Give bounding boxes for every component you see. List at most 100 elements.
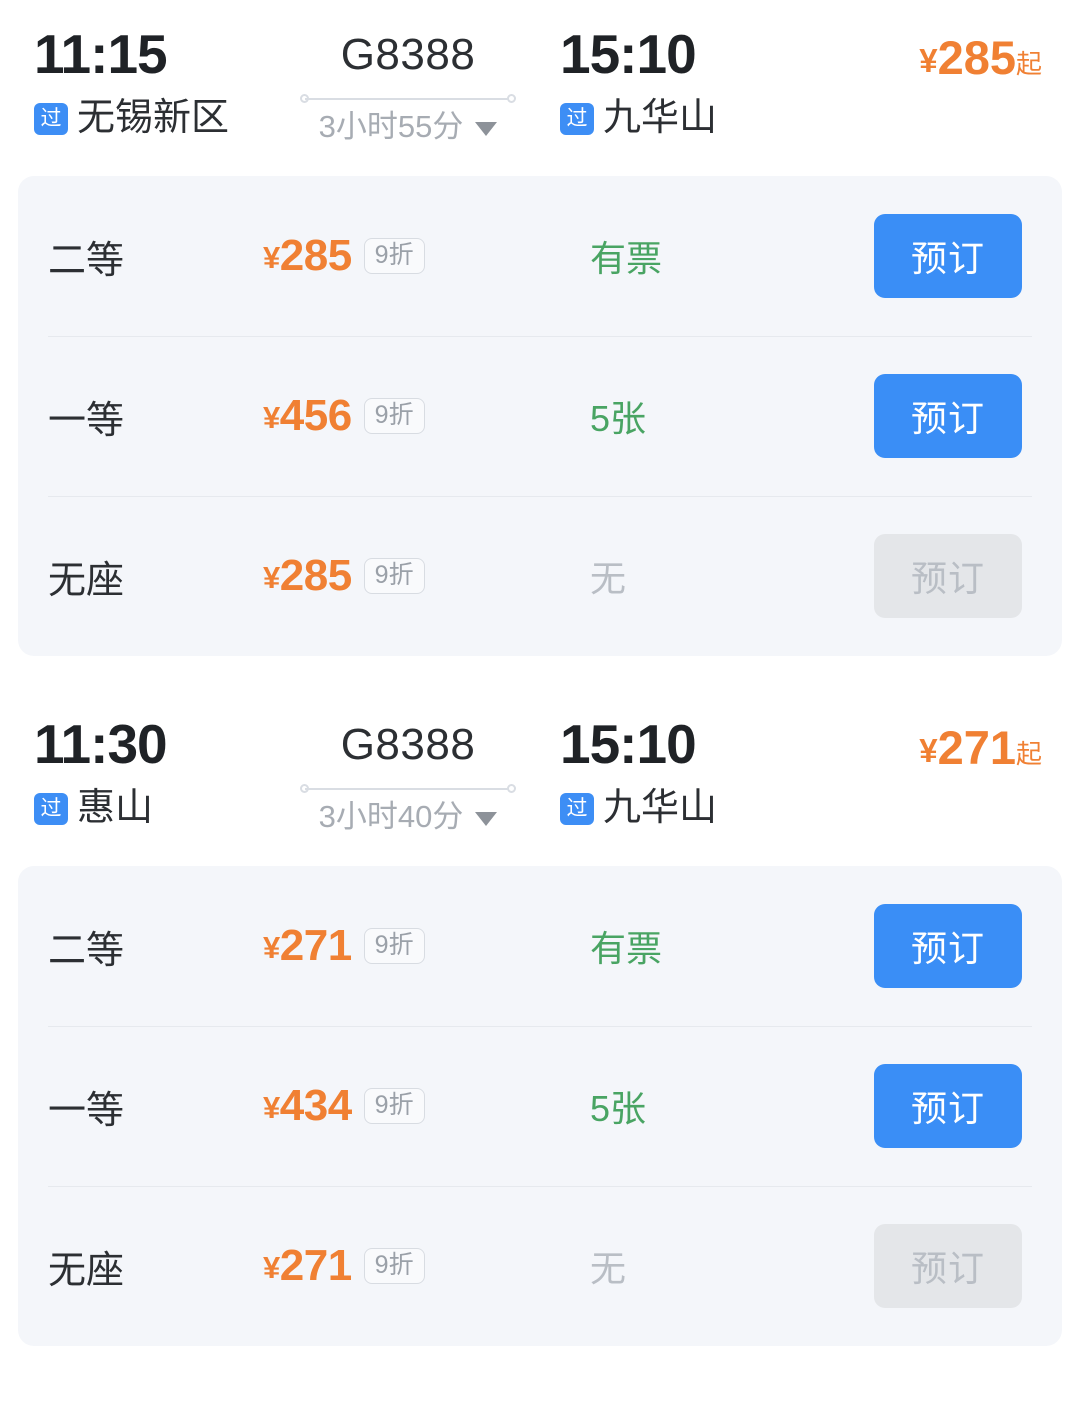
route-bar-icon bbox=[305, 788, 511, 791]
departure-block: 11:15 过 无锡新区 bbox=[34, 23, 284, 140]
duration-label: 3小时40分 bbox=[318, 799, 464, 835]
arrival-station: 九华山 bbox=[603, 786, 718, 829]
seat-price: ¥434 bbox=[263, 1084, 352, 1128]
seat-price: ¥285 bbox=[263, 234, 352, 278]
book-button[interactable]: 预订 bbox=[874, 374, 1022, 458]
seat-price: ¥285 bbox=[263, 554, 352, 598]
pass-through-badge-icon: 过 bbox=[560, 792, 594, 825]
seat-class-name: 无座 bbox=[48, 559, 125, 602]
seat-price-cell: ¥285 9折 bbox=[263, 554, 548, 598]
currency-symbol: ¥ bbox=[919, 42, 938, 79]
lowest-price-value: 285 bbox=[937, 31, 1016, 84]
train-card[interactable]: 11:30 过 惠山 G8388 3小时40分 15:10 过 九华山 ¥271… bbox=[0, 690, 1080, 1372]
arrival-station: 九华山 bbox=[603, 96, 718, 139]
seat-class-name: 无座 bbox=[48, 1249, 125, 1292]
train-number: G8388 bbox=[340, 30, 476, 79]
train-header[interactable]: 11:15 过 无锡新区 G8388 3小时55分 15:10 过 九华山 ¥2… bbox=[0, 0, 1080, 176]
train-number: G8388 bbox=[340, 720, 476, 769]
currency-symbol: ¥ bbox=[263, 1250, 280, 1285]
arrival-time: 15:10 bbox=[560, 713, 697, 775]
discount-badge: 9折 bbox=[363, 1248, 425, 1284]
price-from-suffix: 起 bbox=[1015, 49, 1042, 79]
departure-block: 11:30 过 惠山 bbox=[34, 713, 284, 830]
currency-symbol: ¥ bbox=[263, 400, 280, 435]
departure-time: 11:30 bbox=[34, 713, 168, 775]
arrival-station-line: 过 九华山 bbox=[560, 786, 800, 830]
price-from-suffix: 起 bbox=[1015, 739, 1042, 769]
lowest-price-block: ¥285起 bbox=[800, 26, 1052, 81]
duration-row[interactable]: 3小时55分 bbox=[284, 108, 532, 145]
route-connector-icon bbox=[300, 92, 516, 106]
route-end-dot-icon bbox=[507, 94, 516, 104]
duration-row[interactable]: 3小时40分 bbox=[284, 798, 532, 835]
seat-availability: 有票 bbox=[590, 928, 663, 969]
pass-through-badge-icon: 过 bbox=[34, 792, 68, 825]
train-list-page: 11:15 过 无锡新区 G8388 3小时55分 15:10 过 九华山 ¥2… bbox=[0, 0, 1080, 1423]
seat-price: ¥271 bbox=[263, 924, 352, 968]
seat-price-value: 285 bbox=[279, 551, 352, 600]
discount-badge: 9折 bbox=[363, 558, 425, 594]
lowest-price-block: ¥271起 bbox=[800, 716, 1052, 771]
seat-availability: 5张 bbox=[590, 398, 647, 439]
lowest-price-value: 271 bbox=[937, 721, 1016, 774]
caret-down-icon[interactable] bbox=[475, 121, 498, 136]
seat-price-cell: ¥271 9折 bbox=[263, 1244, 548, 1288]
book-button[interactable]: 预订 bbox=[874, 904, 1022, 988]
discount-badge: 9折 bbox=[363, 398, 425, 434]
seat-class-panel: 二等 ¥285 9折 有票 预订 一等 ¥456 9折 5张 预订 无座 ¥28… bbox=[18, 176, 1062, 656]
train-info-block[interactable]: G8388 3小时55分 bbox=[284, 26, 532, 145]
seat-class-panel: 二等 ¥271 9折 有票 预订 一等 ¥434 9折 5张 预订 无座 ¥27… bbox=[18, 866, 1062, 1346]
seat-availability: 有票 bbox=[590, 238, 663, 279]
departure-time: 11:15 bbox=[34, 23, 168, 85]
train-card[interactable]: 11:15 过 无锡新区 G8388 3小时55分 15:10 过 九华山 ¥2… bbox=[0, 0, 1080, 682]
lowest-price: ¥271起 bbox=[919, 721, 1042, 774]
train-info-block[interactable]: G8388 3小时40分 bbox=[284, 716, 532, 835]
currency-symbol: ¥ bbox=[263, 1090, 280, 1125]
arrival-block: 15:10 过 九华山 bbox=[532, 713, 800, 830]
seat-price-value: 271 bbox=[279, 921, 352, 970]
seat-row: 无座 ¥271 9折 无 预订 bbox=[18, 1186, 1062, 1346]
train-header[interactable]: 11:30 过 惠山 G8388 3小时40分 15:10 过 九华山 ¥271… bbox=[0, 690, 1080, 866]
arrival-block: 15:10 过 九华山 bbox=[532, 25, 800, 140]
seat-row[interactable]: 二等 ¥285 9折 有票 预订 bbox=[18, 176, 1062, 336]
route-bar-icon bbox=[305, 98, 511, 101]
seat-availability: 无 bbox=[590, 558, 627, 599]
seat-price-cell: ¥434 9折 bbox=[263, 1084, 548, 1128]
book-button[interactable]: 预订 bbox=[874, 214, 1022, 298]
route-connector-icon bbox=[300, 782, 516, 796]
card-bottom-spacer bbox=[0, 656, 1080, 682]
book-button-disabled: 预订 bbox=[874, 1224, 1022, 1308]
arrival-station-line: 过 九华山 bbox=[560, 96, 800, 140]
route-end-dot-icon bbox=[507, 784, 516, 794]
seat-row[interactable]: 一等 ¥456 9折 5张 预订 bbox=[18, 336, 1062, 496]
seat-price-value: 434 bbox=[279, 1081, 352, 1130]
seat-row: 无座 ¥285 9折 无 预订 bbox=[18, 496, 1062, 656]
book-button-disabled: 预订 bbox=[874, 534, 1022, 618]
seat-price-cell: ¥271 9折 bbox=[263, 924, 548, 968]
pass-through-badge-icon: 过 bbox=[34, 102, 68, 135]
book-button[interactable]: 预订 bbox=[874, 1064, 1022, 1148]
seat-class-name: 一等 bbox=[48, 1089, 125, 1132]
seat-price: ¥271 bbox=[263, 1244, 352, 1288]
currency-symbol: ¥ bbox=[919, 732, 938, 769]
currency-symbol: ¥ bbox=[263, 240, 280, 275]
discount-badge: 9折 bbox=[363, 238, 425, 274]
card-bottom-spacer bbox=[0, 1346, 1080, 1372]
lowest-price: ¥285起 bbox=[919, 31, 1042, 84]
seat-row[interactable]: 一等 ¥434 9折 5张 预订 bbox=[18, 1026, 1062, 1186]
departure-station: 无锡新区 bbox=[77, 96, 230, 139]
discount-badge: 9折 bbox=[363, 1088, 425, 1124]
seat-class-name: 二等 bbox=[48, 239, 125, 282]
seat-price-value: 456 bbox=[279, 391, 352, 440]
seat-availability: 无 bbox=[590, 1248, 627, 1289]
seat-class-name: 一等 bbox=[48, 399, 125, 442]
departure-station-line: 过 惠山 bbox=[34, 786, 284, 830]
currency-symbol: ¥ bbox=[263, 930, 280, 965]
seat-price-value: 285 bbox=[279, 231, 352, 280]
departure-station-line: 过 无锡新区 bbox=[34, 96, 284, 140]
departure-station: 惠山 bbox=[77, 786, 154, 829]
seat-row[interactable]: 二等 ¥271 9折 有票 预订 bbox=[18, 866, 1062, 1026]
seat-price: ¥456 bbox=[263, 394, 352, 438]
caret-down-icon[interactable] bbox=[475, 811, 498, 826]
discount-badge: 9折 bbox=[363, 928, 425, 964]
